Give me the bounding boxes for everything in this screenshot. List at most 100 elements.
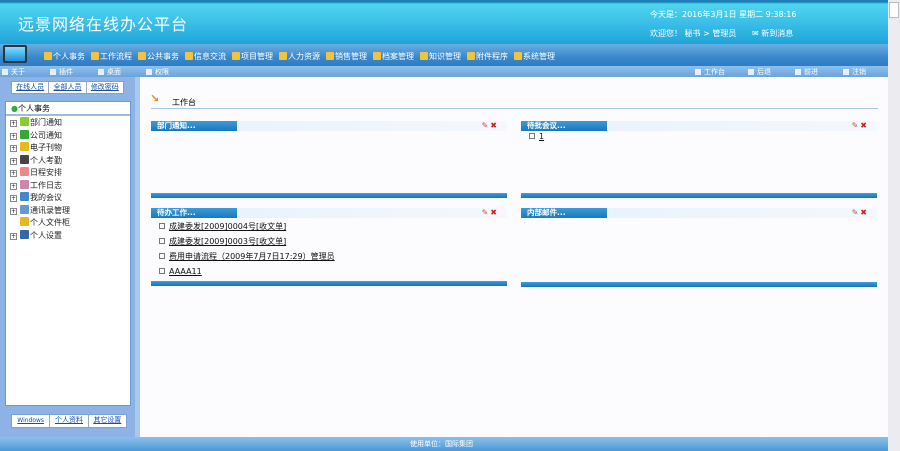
scrollbar[interactable] bbox=[888, 0, 900, 451]
meeting-link[interactable]: 1 bbox=[539, 132, 544, 141]
edit-icon[interactable]: ✎ bbox=[482, 208, 489, 217]
item-icon bbox=[159, 253, 165, 259]
menu-icon bbox=[326, 52, 334, 60]
workbench-button[interactable]: 工作台 bbox=[695, 67, 725, 77]
panel-dept-notice: 部门通知... ✎ ✖ bbox=[151, 121, 507, 198]
forward-icon bbox=[795, 69, 801, 75]
menu-hr[interactable]: 人力资源 bbox=[279, 51, 320, 62]
back-button[interactable]: 后退 bbox=[748, 67, 771, 77]
monitor-icon bbox=[3, 45, 27, 63]
edit-icon[interactable]: ✎ bbox=[852, 208, 859, 217]
about-icon bbox=[2, 69, 8, 75]
permission-button[interactable]: 权限 bbox=[146, 67, 169, 77]
menu-icon bbox=[514, 52, 522, 60]
menu-icon bbox=[138, 52, 146, 60]
app-title: 远景网络在线办公平台 bbox=[18, 15, 189, 34]
sidebar-top-links: 在线人员 全部人员 修改密码 bbox=[11, 81, 124, 94]
scrollbar-thumb[interactable] bbox=[889, 2, 899, 18]
tree-item-dept-notice[interactable]: + 部门通知 bbox=[6, 117, 130, 130]
todo-link[interactable]: AAAA11 bbox=[169, 267, 202, 276]
folder-icon bbox=[20, 217, 29, 226]
other-settings-link[interactable]: 其它设置 bbox=[89, 415, 126, 427]
folder-icon bbox=[20, 142, 29, 151]
menu-label: 人力资源 bbox=[288, 52, 320, 61]
menu-personal[interactable]: 个人事务 bbox=[44, 51, 85, 62]
list-item: AAAA11 bbox=[151, 264, 507, 279]
menu-knowledge[interactable]: 知识管理 bbox=[420, 51, 461, 62]
item-icon bbox=[529, 133, 535, 139]
expand-icon[interactable]: + bbox=[10, 195, 17, 202]
change-password-link[interactable]: 修改密码 bbox=[87, 82, 123, 93]
menu-attachment[interactable]: 附件程序 bbox=[467, 51, 508, 62]
edit-icon[interactable]: ✎ bbox=[482, 121, 489, 130]
desktop-icon bbox=[98, 69, 104, 75]
menu-label: 附件程序 bbox=[476, 52, 508, 61]
windows-link[interactable]: Windows bbox=[12, 415, 51, 427]
expand-icon[interactable]: + bbox=[10, 132, 17, 140]
list-item: 费用申请流程（2009年7月7日17:29）管理员 bbox=[151, 249, 507, 264]
tree-item-file-cabinet[interactable]: 个人文件柜 bbox=[6, 217, 130, 230]
tree-item-attendance[interactable]: + 个人考勤 bbox=[6, 154, 130, 168]
plugin-icon bbox=[50, 69, 56, 75]
plugin-button[interactable]: 插件 bbox=[50, 67, 73, 77]
list-item: 1 bbox=[521, 131, 877, 143]
menu-public[interactable]: 公共事务 bbox=[138, 51, 179, 62]
panel-title: 待办工作... bbox=[151, 208, 237, 218]
menu-workflow[interactable]: 工作流程 bbox=[91, 51, 132, 62]
menu-icon bbox=[420, 52, 428, 60]
expand-icon[interactable]: + bbox=[10, 207, 17, 215]
arrow-icon: ↘ bbox=[150, 92, 160, 105]
tree-header: ●个人事务 bbox=[6, 102, 130, 116]
todo-link[interactable]: 成建委发[2009]0003号[收文单] bbox=[169, 237, 286, 246]
menu-project[interactable]: 项目管理 bbox=[232, 51, 273, 62]
todo-link[interactable]: 费用申请流程（2009年7月7日17:29）管理员 bbox=[169, 252, 335, 261]
expand-icon[interactable]: + bbox=[10, 182, 17, 190]
main-menu: 个人事务 工作流程 公共事务 信息交流 项目管理 人力资源 销售管理 档案管理 … bbox=[0, 44, 888, 66]
menu-system[interactable]: 系统管理 bbox=[514, 51, 555, 62]
new-message-link[interactable]: ✉ 新到消息 bbox=[752, 28, 793, 39]
users-icon: ● bbox=[11, 104, 18, 113]
expand-icon[interactable]: + bbox=[10, 145, 17, 152]
panel-internal-mail: 内部邮件... ✎ ✖ bbox=[521, 208, 877, 287]
logout-button[interactable]: 注销 bbox=[843, 67, 866, 77]
expand-icon[interactable]: + bbox=[10, 170, 17, 177]
footer-text: 使用单位：国际集团 bbox=[410, 440, 473, 448]
close-icon[interactable]: ✖ bbox=[860, 208, 867, 217]
tree-item-e-journal[interactable]: + 电子刊物 bbox=[6, 142, 130, 155]
menu-sales[interactable]: 销售管理 bbox=[326, 51, 367, 62]
todo-link[interactable]: 成建委发[2009]0004号[收文单] bbox=[169, 222, 286, 231]
panel-todo: 待办工作... ✎ ✖ 成建委发[2009]0004号[收文单] 成建委发[2009… bbox=[151, 208, 507, 286]
menu-label: 工作流程 bbox=[100, 52, 132, 61]
breadcrumb: 工作台 bbox=[172, 98, 196, 107]
expand-icon[interactable]: + bbox=[10, 232, 17, 240]
expand-icon[interactable]: + bbox=[10, 120, 17, 127]
panel-title: 部门通知... bbox=[151, 121, 237, 131]
expand-icon[interactable]: + bbox=[10, 157, 17, 165]
menu-icon bbox=[279, 52, 287, 60]
star-icon bbox=[20, 129, 29, 139]
edit-icon[interactable]: ✎ bbox=[852, 121, 859, 130]
tree-item-contacts[interactable]: + 通讯录管理 bbox=[6, 204, 130, 218]
close-icon[interactable]: ✖ bbox=[860, 121, 867, 130]
close-icon[interactable]: ✖ bbox=[490, 208, 497, 217]
tree-item-settings[interactable]: + 个人设置 bbox=[6, 229, 130, 243]
profile-link[interactable]: 个人资料 bbox=[50, 415, 89, 427]
tree-item-company-notice[interactable]: + 公司通知 bbox=[6, 129, 130, 143]
panel-footer bbox=[151, 193, 507, 198]
menu-label: 销售管理 bbox=[335, 52, 367, 61]
menu-info[interactable]: 信息交流 bbox=[185, 51, 226, 62]
about-button[interactable]: 关于 bbox=[2, 67, 25, 77]
tree-item-work-log[interactable]: + 工作日志 bbox=[6, 179, 130, 193]
notepad-icon bbox=[20, 179, 29, 189]
online-users-link[interactable]: 在线人员 bbox=[12, 82, 50, 93]
menu-archive[interactable]: 档案管理 bbox=[373, 51, 414, 62]
tree-item-meetings[interactable]: + 我的会议 bbox=[6, 192, 130, 205]
tree-item-schedule[interactable]: + 日程安排 bbox=[6, 167, 130, 180]
all-users-link[interactable]: 全部人员 bbox=[49, 82, 87, 93]
desktop-button[interactable]: 桌面 bbox=[98, 67, 121, 77]
forward-button[interactable]: 前进 bbox=[795, 67, 818, 77]
menu-label: 个人事务 bbox=[53, 52, 85, 61]
nav-tree: ●个人事务 + 部门通知 + 公司通知 + 电子刊物 + 个人考勤 + 日程安排 + 工作日… bbox=[5, 101, 131, 406]
close-icon[interactable]: ✖ bbox=[490, 121, 497, 130]
menu-label: 知识管理 bbox=[429, 52, 461, 61]
